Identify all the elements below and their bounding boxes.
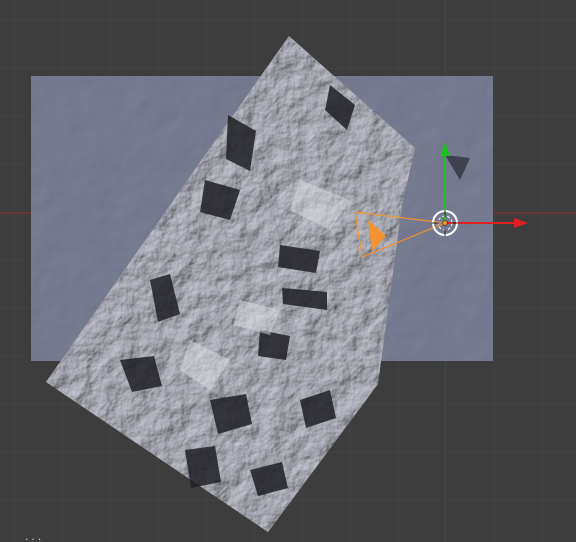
- viewport-canvas[interactable]: [0, 0, 576, 542]
- 3d-viewport[interactable]: ...: [0, 0, 576, 542]
- viewport-corner-text: ...: [24, 533, 44, 542]
- origin-dot-icon: [442, 220, 448, 226]
